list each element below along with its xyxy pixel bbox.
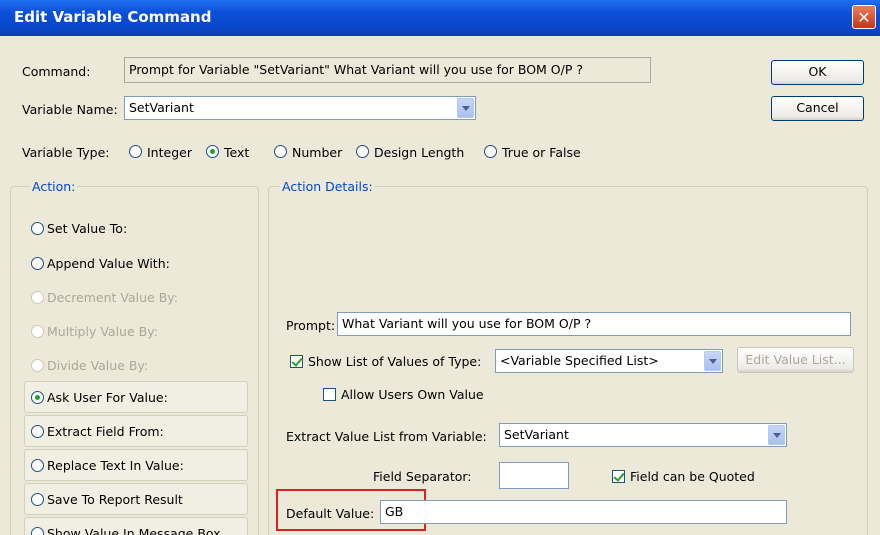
action-details-label: Action Details:	[280, 179, 375, 194]
radio-integer-label: Integer	[147, 145, 192, 160]
command-text: Prompt for Variable "SetVariant" What Va…	[124, 57, 651, 83]
variable-name-label: Variable Name:	[22, 102, 118, 117]
action-ask-user-label: Ask User For Value:	[47, 390, 168, 405]
radio-number-label: Number	[292, 145, 343, 160]
default-value-label: Default Value:	[286, 506, 375, 521]
value-type-dropdown[interactable]: <Variable Specified List>	[495, 349, 723, 373]
prompt-input[interactable]: What Variant will you use for BOM O/P ?	[337, 312, 851, 336]
radio-integer[interactable]	[129, 145, 142, 158]
chevron-down-icon[interactable]	[768, 425, 785, 445]
action-replace-text-label: Replace Text In Value:	[47, 458, 184, 473]
allow-own-value-checkbox[interactable]	[323, 388, 336, 401]
action-set-value-radio[interactable]	[31, 222, 44, 235]
radio-text[interactable]	[206, 145, 219, 158]
action-save-report-label: Save To Report Result	[47, 492, 183, 507]
variable-name-value: SetVariant	[129, 100, 194, 115]
prompt-label: Prompt:	[286, 318, 336, 333]
show-list-checkbox[interactable]	[290, 355, 303, 368]
window-title: Edit Variable Command	[14, 8, 212, 26]
action-divide-label: Divide Value By:	[47, 358, 149, 373]
radio-true-or-false[interactable]	[484, 145, 497, 158]
variable-type-label: Variable Type:	[22, 145, 110, 160]
action-extract-field-label: Extract Field From:	[47, 424, 164, 439]
value-type-value: <Variable Specified List>	[500, 353, 659, 368]
command-label: Command:	[22, 64, 91, 79]
action-ask-user-radio[interactable]	[31, 391, 44, 404]
action-show-message-label: Show Value In Message Box	[47, 526, 221, 535]
action-decrement-radio	[31, 291, 44, 304]
chevron-down-icon[interactable]	[704, 351, 721, 371]
action-divide-radio	[31, 359, 44, 372]
close-icon[interactable]: ✕	[852, 5, 876, 29]
radio-true-or-false-label: True or False	[502, 145, 581, 160]
action-save-report-radio[interactable]	[31, 493, 44, 506]
action-replace-text-radio[interactable]	[31, 459, 44, 472]
ok-button[interactable]: OK	[771, 60, 864, 85]
radio-text-label: Text	[224, 145, 250, 160]
field-separator-input[interactable]	[499, 462, 569, 489]
title-bar[interactable]: Edit Variable Command ✕	[0, 0, 880, 36]
allow-own-value-label: Allow Users Own Value	[341, 387, 484, 402]
radio-number[interactable]	[274, 145, 287, 158]
edit-value-list-button[interactable]: Edit Value List...	[737, 347, 854, 373]
show-list-label: Show List of Values of Type:	[308, 354, 482, 369]
action-set-value-label: Set Value To:	[47, 221, 128, 236]
field-separator-label: Field Separator:	[373, 469, 472, 484]
variable-name-dropdown[interactable]: SetVariant	[124, 96, 476, 120]
radio-design-length[interactable]	[356, 145, 369, 158]
extract-list-label: Extract Value List from Variable:	[286, 429, 487, 444]
action-append-value-radio[interactable]	[31, 257, 44, 270]
action-show-message-radio[interactable]	[31, 527, 44, 535]
cancel-button[interactable]: Cancel	[771, 96, 864, 121]
extract-list-dropdown[interactable]: SetVariant	[499, 423, 787, 447]
action-extract-field-radio[interactable]	[31, 425, 44, 438]
default-value-input[interactable]: GB	[380, 500, 787, 524]
action-append-value-label: Append Value With:	[47, 256, 170, 271]
dialog-window: Edit Variable Command ✕ Command: Prompt …	[0, 0, 880, 535]
action-group-label: Action:	[30, 179, 78, 194]
action-decrement-label: Decrement Value By:	[47, 290, 178, 305]
chevron-down-icon[interactable]	[457, 98, 474, 118]
field-quoted-checkbox[interactable]	[612, 470, 625, 483]
radio-design-length-label: Design Length	[374, 145, 465, 160]
action-multiply-label: Multiply Value By:	[47, 324, 158, 339]
action-multiply-radio	[31, 325, 44, 338]
field-quoted-label: Field can be Quoted	[630, 469, 755, 484]
extract-list-value: SetVariant	[504, 427, 569, 442]
